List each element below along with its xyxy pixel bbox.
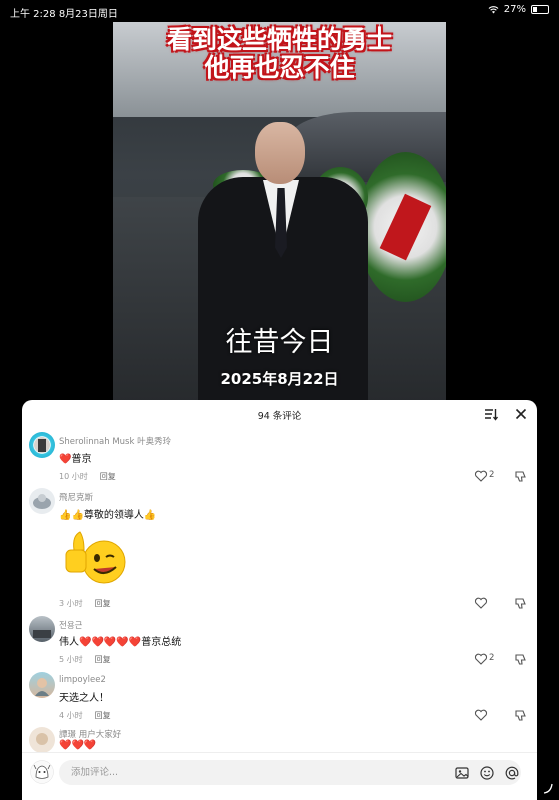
screen: 上午 2:28 8月23日周日 27% 看到这些牺牲的勇士 他再也忍不住 往昔今… — [0, 0, 559, 800]
dislike-icon[interactable] — [514, 653, 527, 666]
reply-button[interactable]: 回复 — [95, 711, 111, 720]
comment-meta: 5 小时 回复 — [59, 654, 111, 665]
battery-icon — [531, 5, 549, 14]
comment-text: ❤️❤️❤️ — [59, 740, 96, 751]
like-heart-icon[interactable] — [474, 469, 488, 483]
comment-author[interactable]: Sherolinnah Musk 叶奥秀玲 — [59, 435, 171, 447]
comment-meta: 3 小时 回复 — [59, 598, 111, 609]
avatar[interactable] — [29, 727, 55, 753]
comment-time: 4 小时 — [59, 711, 83, 720]
avatar[interactable] — [29, 616, 55, 642]
comment-text: 天选之人！ — [59, 693, 109, 704]
comment-author[interactable]: limpoylee2 — [59, 675, 106, 685]
comment-item: 飛尼克斯 👍👍尊敬的领導人👍 3 小时 回复 — [22, 488, 537, 613]
close-icon[interactable] — [513, 406, 529, 422]
video-caption-mid: 往昔今日 — [225, 327, 334, 358]
comment-item: 전용근 伟人❤️❤️❤️❤️❤️普京总统 5 小时 回复 2 — [22, 616, 537, 668]
video-player[interactable]: 看到这些牺牲的勇士 他再也忍不住 往昔今日 2025年8月22日 — [113, 22, 446, 402]
reply-button[interactable]: 回复 — [100, 472, 116, 481]
video-caption-date: 2025年8月22日 — [220, 370, 339, 388]
person-figure — [198, 122, 368, 402]
caption-line-1: 看到这些牺牲的勇士 — [166, 25, 392, 54]
comment-body: 伟人 — [59, 637, 79, 648]
sort-icon[interactable] — [483, 406, 499, 422]
like-count: 2 — [489, 653, 495, 663]
at-icon[interactable] — [504, 765, 520, 781]
comment-text: 伟人❤️❤️❤️❤️❤️普京总统 — [59, 633, 181, 648]
reply-button[interactable]: 回复 — [95, 599, 111, 608]
comment-body: 普京 — [71, 454, 92, 465]
comment-meta: 4 小时 回复 — [59, 710, 111, 721]
status-time-date: 上午 2:28 8月23日周日 — [10, 9, 118, 20]
dislike-icon[interactable] — [514, 709, 527, 722]
comments-panel: 94 条评论 Sherolinnah Musk 叶奥秀玲 ❤️普京 10 小时 … — [22, 400, 537, 800]
comment-time: 5 小时 — [59, 655, 83, 664]
comment-time: 10 小时 — [59, 472, 88, 481]
comments-header: 94 条评论 — [22, 400, 537, 428]
comment-author[interactable]: 전용근 — [59, 619, 82, 631]
wreath-image — [358, 152, 446, 302]
comment-text: 👍👍尊敬的领導人👍 — [59, 510, 157, 521]
comment-author[interactable]: 飛尼克斯 — [59, 491, 93, 503]
comment-tail: 普京总统 — [141, 637, 182, 648]
status-bar: 上午 2:28 8月23日周日 27% — [0, 0, 559, 22]
comment-input[interactable] — [71, 764, 371, 781]
heart-emoji: ❤️❤️❤️❤️❤️ — [79, 637, 142, 648]
wifi-icon — [488, 6, 499, 14]
heart-emoji: ❤️❤️❤️ — [59, 740, 97, 751]
like-heart-icon[interactable] — [474, 596, 488, 610]
user-avatar[interactable] — [30, 760, 54, 784]
comment-input-field — [59, 760, 521, 785]
avatar[interactable] — [29, 488, 55, 514]
comment-item: Sherolinnah Musk 叶奥秀玲 ❤️普京 10 小时 回复 2 — [22, 432, 537, 484]
image-icon[interactable] — [454, 765, 470, 781]
comments-count-title: 94 条评论 — [257, 411, 302, 422]
like-count: 2 — [489, 470, 495, 480]
dislike-icon[interactable] — [514, 597, 527, 610]
resize-handle-icon[interactable] — [542, 782, 554, 794]
emoji-icon[interactable] — [479, 765, 495, 781]
comment-author[interactable]: 譚璟 用户大家好 — [59, 728, 121, 740]
reply-button[interactable]: 回复 — [95, 655, 111, 664]
comment-time: 3 小时 — [59, 599, 83, 608]
battery-percent: 27% — [503, 4, 526, 15]
caption-line-2: 他再也忍不住 — [204, 53, 355, 82]
comment-input-bar — [22, 752, 537, 800]
status-right: 27% — [488, 4, 549, 15]
comment-meta: 10 小时 回复 — [59, 471, 116, 482]
like-heart-icon[interactable] — [474, 652, 488, 666]
video-caption-top: 看到这些牺牲的勇士 他再也忍不住 — [113, 26, 446, 82]
comment-item: 譚璟 用户大家好 ❤️❤️❤️ — [22, 727, 537, 755]
thumbs-up-sticker — [65, 531, 126, 584]
like-heart-icon[interactable] — [474, 708, 488, 722]
dislike-icon[interactable] — [514, 470, 527, 483]
comment-item: limpoylee2 天选之人！ 4 小时 回复 — [22, 672, 537, 724]
avatar[interactable] — [29, 432, 55, 458]
battery-fill — [533, 7, 538, 12]
heart-emoji: ❤️ — [59, 454, 72, 465]
comment-text: ❤️普京 — [59, 450, 91, 465]
avatar[interactable] — [29, 672, 55, 698]
